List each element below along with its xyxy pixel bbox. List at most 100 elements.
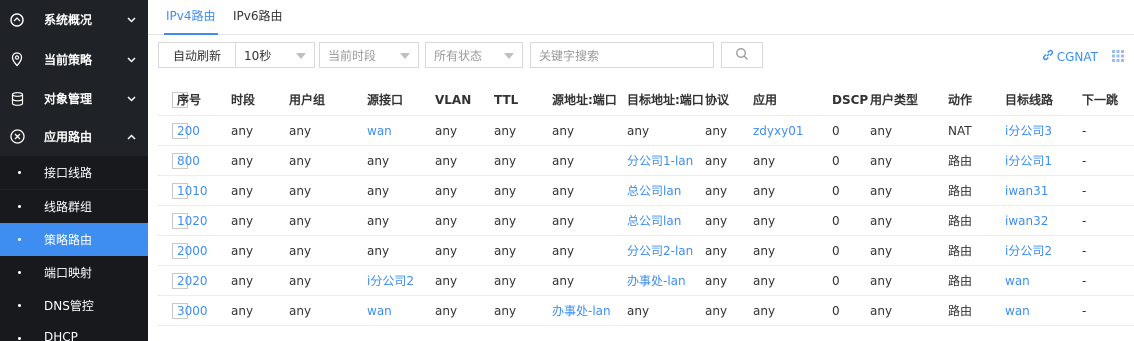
cell-dest-address[interactable]: 办事处-lan	[627, 266, 686, 295]
cgnat-label: CGNAT	[1056, 49, 1098, 64]
sidebar-subitem-label: 线路群组	[44, 200, 93, 214]
sidebar-item-label: 系统概况	[44, 13, 93, 27]
cell-protocol: any	[705, 303, 728, 318]
cell-next-hop: -	[1082, 183, 1087, 198]
table-header-row: 序号 时段 用户组 源接口 VLAN TTL 源地址:端口 目标地址:端口 协议 应用 DSCP 用户…	[157, 84, 1134, 116]
header-time-period[interactable]: 时段	[231, 84, 255, 115]
header-application[interactable]: 应用	[753, 84, 777, 115]
header-target-line[interactable]: 目标线路	[1005, 84, 1053, 115]
cell-seq[interactable]: 2020	[177, 266, 208, 295]
table-row[interactable]: 800 any any any any any any 分公司1-lan any any 0 any 路…	[157, 146, 1134, 176]
table-row[interactable]: 2020 any any i分公司2 any any any 办事处-lan any any 0 an…	[157, 266, 1134, 296]
dashboard-icon	[9, 12, 25, 28]
route-tabs: IPv4路由 IPv6路由	[148, 0, 1134, 35]
cell-ttl: any	[494, 183, 517, 198]
cell-source-address: any	[552, 243, 575, 258]
header-user-type[interactable]: 用户类型	[870, 84, 918, 115]
header-protocol[interactable]: 协议	[705, 84, 729, 115]
header-user-group[interactable]: 用户组	[289, 84, 325, 115]
cell-ttl: any	[494, 213, 517, 228]
header-action[interactable]: 动作	[948, 84, 972, 115]
header-source-address[interactable]: 源地址:端口	[552, 84, 617, 115]
sidebar-subitem-interface-lines[interactable]: 接口线路	[0, 156, 148, 189]
header-ttl[interactable]: TTL	[494, 84, 518, 115]
cell-application: any	[753, 183, 776, 198]
sidebar-subitem-line-groups[interactable]: 线路群组	[0, 190, 148, 223]
cell-seq[interactable]: 1010	[177, 176, 208, 205]
table-row[interactable]: 1020 any any any any any any 总公司lan any any 0 any 路由…	[157, 206, 1134, 236]
bullet-icon	[18, 171, 21, 174]
cell-user-group: any	[289, 243, 312, 258]
cell-source-interface[interactable]: i分公司2	[367, 266, 414, 295]
cell-seq[interactable]: 3000	[177, 296, 208, 325]
refresh-interval-select[interactable]: 10秒	[235, 42, 315, 68]
chevron-up-icon	[126, 132, 136, 142]
cell-time-period: any	[231, 123, 254, 138]
caret-down-icon	[504, 53, 514, 59]
cell-dest-address[interactable]: 分公司2-lan	[627, 236, 693, 265]
cell-target-line[interactable]: iwan32	[1005, 206, 1048, 235]
cell-user-type: any	[870, 243, 893, 258]
sidebar-item-current-policy[interactable]: 当前策略	[0, 41, 148, 78]
cell-dscp: 0	[832, 123, 840, 138]
header-source-interface[interactable]: 源接口	[367, 84, 403, 115]
cell-target-line[interactable]: i分公司1	[1005, 146, 1052, 175]
sidebar-subitem-port-mapping[interactable]: 端口映射	[0, 256, 148, 289]
cell-application: any	[753, 213, 776, 228]
sidebar-subitem-dns-control[interactable]: DNS管控	[0, 289, 148, 322]
sidebar-item-object-management[interactable]: 对象管理	[0, 80, 148, 117]
cell-action: 路由	[948, 304, 973, 318]
cell-source-interface: any	[367, 243, 390, 258]
header-dscp[interactable]: DSCP	[832, 84, 868, 115]
sidebar-subitem-dhcp[interactable]: DHCP	[0, 322, 148, 341]
caret-down-icon	[400, 53, 410, 59]
auto-refresh-button[interactable]: 自动刷新	[158, 42, 236, 68]
sidebar-subitem-policy-routing[interactable]: 策略路由	[0, 223, 148, 256]
status-value: 所有状态	[434, 48, 483, 63]
cell-dest-address[interactable]: 总公司lan	[627, 176, 681, 205]
header-dest-address[interactable]: 目标地址:端口	[627, 84, 704, 115]
search-button[interactable]	[721, 42, 763, 68]
cell-dscp: 0	[832, 213, 840, 228]
tab-ipv4-route[interactable]: IPv4路由	[164, 0, 218, 35]
time-period-select[interactable]: 当前时段	[319, 42, 419, 68]
status-select[interactable]: 所有状态	[425, 42, 523, 68]
cell-source-interface[interactable]: wan	[367, 296, 392, 325]
link-icon	[1042, 49, 1054, 64]
grid-view-icon[interactable]	[1112, 50, 1124, 62]
cell-seq[interactable]: 2000	[177, 236, 208, 265]
header-next-hop[interactable]: 下一跳	[1082, 84, 1118, 115]
cell-target-line[interactable]: iwan31	[1005, 176, 1048, 205]
cell-user-group: any	[289, 153, 312, 168]
cell-target-line[interactable]: wan	[1005, 266, 1030, 295]
table-row[interactable]: 2000 any any any any any any 分公司2-lan any any 0 any…	[157, 236, 1134, 266]
cell-target-line[interactable]: i分公司2	[1005, 236, 1052, 265]
cell-target-line[interactable]: wan	[1005, 296, 1030, 325]
header-vlan[interactable]: VLAN	[435, 84, 471, 115]
keyword-search-input[interactable]: 关键字搜索	[530, 42, 714, 68]
cell-seq[interactable]: 200	[177, 116, 200, 145]
sidebar-item-overview[interactable]: 系统概况	[0, 1, 148, 38]
cell-application: any	[753, 273, 776, 288]
cell-seq[interactable]: 1020	[177, 206, 208, 235]
cell-source-interface[interactable]: wan	[367, 116, 392, 145]
cell-next-hop: -	[1082, 243, 1087, 258]
cell-protocol: any	[705, 183, 728, 198]
cell-application[interactable]: zdyxy01	[753, 116, 804, 145]
cell-source-address[interactable]: 办事处-lan	[552, 296, 611, 325]
cell-seq[interactable]: 800	[177, 146, 200, 175]
cell-time-period: any	[231, 303, 254, 318]
cell-action: 路由	[948, 274, 973, 288]
cell-dest-address[interactable]: 总公司lan	[627, 206, 681, 235]
header-seq[interactable]: 序号	[177, 84, 201, 115]
cgnat-link[interactable]: CGNAT	[1042, 49, 1098, 64]
table-row[interactable]: 1010 any any any any any any 总公司lan any any 0 any 路由…	[157, 176, 1134, 206]
cell-dest-address[interactable]: 分公司1-lan	[627, 146, 693, 175]
cell-vlan: any	[435, 243, 458, 258]
cell-target-line[interactable]: i分公司3	[1005, 116, 1052, 145]
cell-next-hop: -	[1082, 123, 1087, 138]
table-row[interactable]: 200 any any wan any any any any any zdyxy01 0 any NA…	[157, 116, 1134, 146]
tab-ipv6-route[interactable]: IPv6路由	[231, 0, 285, 35]
table-row[interactable]: 3000 any any wan any any 办事处-lan any any any 0 any 路…	[157, 296, 1134, 326]
sidebar-item-app-routing[interactable]: 应用路由	[0, 118, 148, 155]
